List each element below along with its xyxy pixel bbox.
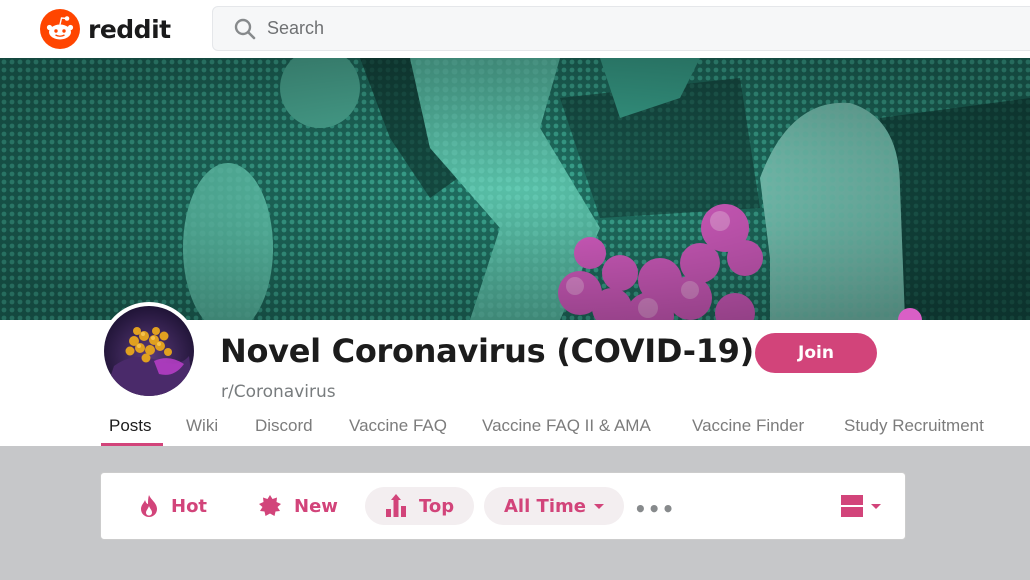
search-icon (234, 18, 256, 39)
reddit-logo[interactable]: reddit (40, 9, 171, 49)
subreddit-name: r/Coronavirus (221, 382, 336, 402)
virus-banner-image (0, 58, 1030, 320)
card-view-icon (841, 495, 863, 517)
sort-hot-label: Hot (171, 495, 208, 517)
tab-vaccine-faq-ii-ama[interactable]: Vaccine FAQ II & AMA (482, 416, 651, 436)
subreddit-title: Novel Coronavirus (COVID-19) (220, 332, 754, 370)
chevron-down-icon (593, 503, 604, 509)
sort-bar: Hot New Top All Time ••• (100, 472, 906, 540)
subreddit-header: Novel Coronavirus (COVID-19) r/Coronavir… (0, 302, 1030, 446)
sort-top-label: Top (419, 495, 455, 517)
join-button[interactable]: Join (755, 333, 877, 373)
reddit-wordmark: reddit (88, 14, 171, 44)
reddit-logo-icon (40, 9, 80, 49)
sort-top-button[interactable]: Top (365, 487, 475, 525)
feed-area: Hot New Top All Time ••• (0, 446, 1030, 580)
subreddit-banner (0, 58, 1030, 320)
sort-new-label: New (294, 495, 338, 517)
tab-discord[interactable]: Discord (255, 416, 313, 436)
subreddit-tabs: Posts Wiki Discord Vaccine FAQ Vaccine F… (0, 416, 1030, 446)
view-toggle-dropdown[interactable] (841, 495, 881, 517)
chevron-down-icon (871, 503, 881, 509)
search-input[interactable]: Search (212, 6, 1030, 51)
tab-posts[interactable]: Posts (109, 416, 152, 436)
tab-study-recruitment[interactable]: Study Recruitment (844, 416, 984, 436)
subreddit-avatar (100, 302, 198, 400)
tab-wiki[interactable]: Wiki (186, 416, 218, 436)
search-placeholder: Search (267, 18, 325, 38)
tab-vaccine-finder[interactable]: Vaccine Finder (692, 416, 804, 436)
sort-new-button[interactable]: New (258, 487, 338, 525)
time-filter-dropdown[interactable]: All Time (484, 487, 624, 525)
top-nav: reddit Search (0, 0, 1030, 58)
tab-vaccine-faq[interactable]: Vaccine FAQ (349, 416, 447, 436)
virus-avatar-icon (104, 306, 194, 396)
burst-icon (259, 495, 281, 516)
sort-hot-button[interactable]: Hot (139, 487, 207, 525)
flame-icon (141, 495, 157, 517)
time-filter-label: All Time (504, 495, 586, 517)
more-options-icon[interactable]: ••• (634, 497, 675, 521)
bar-chart-up-icon (386, 494, 406, 517)
